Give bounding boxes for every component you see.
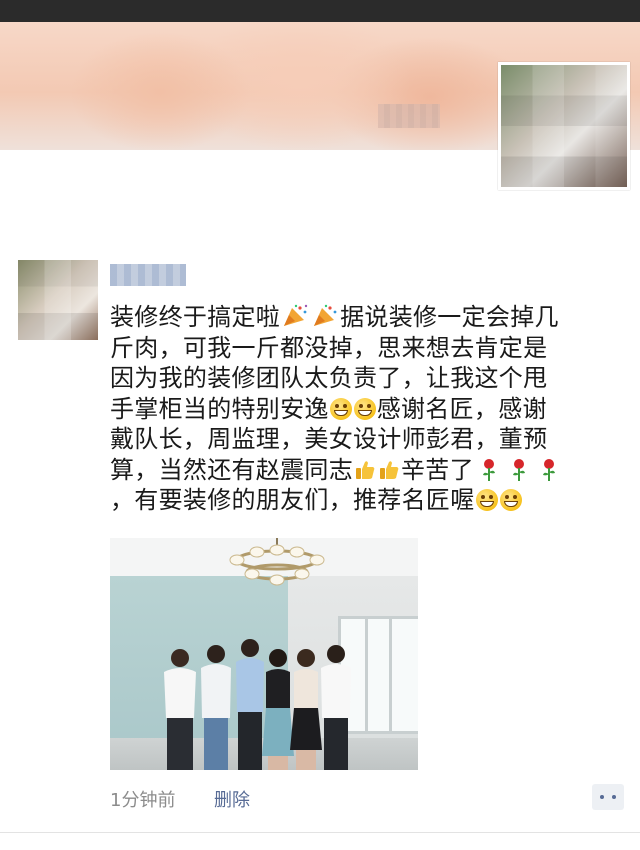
post-line-4: 手掌柜当的特别安逸 感谢名匠，感谢 <box>110 394 547 423</box>
party-popper-icon <box>284 304 308 326</box>
grinning-face-icon <box>353 397 376 420</box>
party-popper-icon <box>314 304 337 326</box>
rose-icon <box>542 458 555 481</box>
post-line-7: ，有要装修的朋友们，推荐名匠喔 <box>110 485 610 516</box>
grinning-face-icon <box>329 397 352 420</box>
avatar-mosaic <box>18 260 98 340</box>
post-username-blurred[interactable] <box>110 264 186 286</box>
delete-link[interactable]: 删除 <box>214 786 250 812</box>
thumbs-up-icon <box>380 460 399 479</box>
grinning-face-icon <box>475 489 498 511</box>
rose-icon <box>482 458 495 481</box>
post-line-1: 装修终于搞定啦 据说装修一定会掉几 <box>110 303 559 331</box>
divider <box>0 832 640 833</box>
thumbs-up-icon <box>356 460 375 479</box>
post-timestamp: 1分钟前 <box>110 790 176 811</box>
grinning-face-icon <box>499 489 522 511</box>
comment-button[interactable] <box>592 784 624 810</box>
avatar-mosaic <box>501 65 627 187</box>
status-bar <box>0 0 640 22</box>
post-line-2: 斤肉，可我一斤都没掉，思来想去肯定是 <box>110 333 548 362</box>
photo-people <box>164 639 351 770</box>
more-dot-icon <box>600 795 604 799</box>
profile-avatar[interactable] <box>498 62 630 190</box>
post-line-5: 戴队长，周监理，美女设计师彭君，董预 <box>110 425 548 453</box>
post-line-6: 算，当然还有赵震同志 辛苦了 <box>110 455 610 486</box>
post-avatar[interactable] <box>18 260 98 340</box>
chandelier <box>229 538 325 586</box>
post-footer: 1分钟前 删除 <box>0 780 640 820</box>
rose-icon <box>512 458 525 481</box>
more-dot-icon <box>612 795 616 799</box>
post-photo[interactable] <box>110 538 418 770</box>
post-text: 装修终于搞定啦 据说装修一定会掉几 斤肉，可我一斤都没掉，思来想去肯定是 因为我的… <box>110 302 610 516</box>
blurred-nickname <box>378 104 440 128</box>
post-line-3: 因为我的装修团队太负责了，让我这个甩 <box>110 364 548 392</box>
